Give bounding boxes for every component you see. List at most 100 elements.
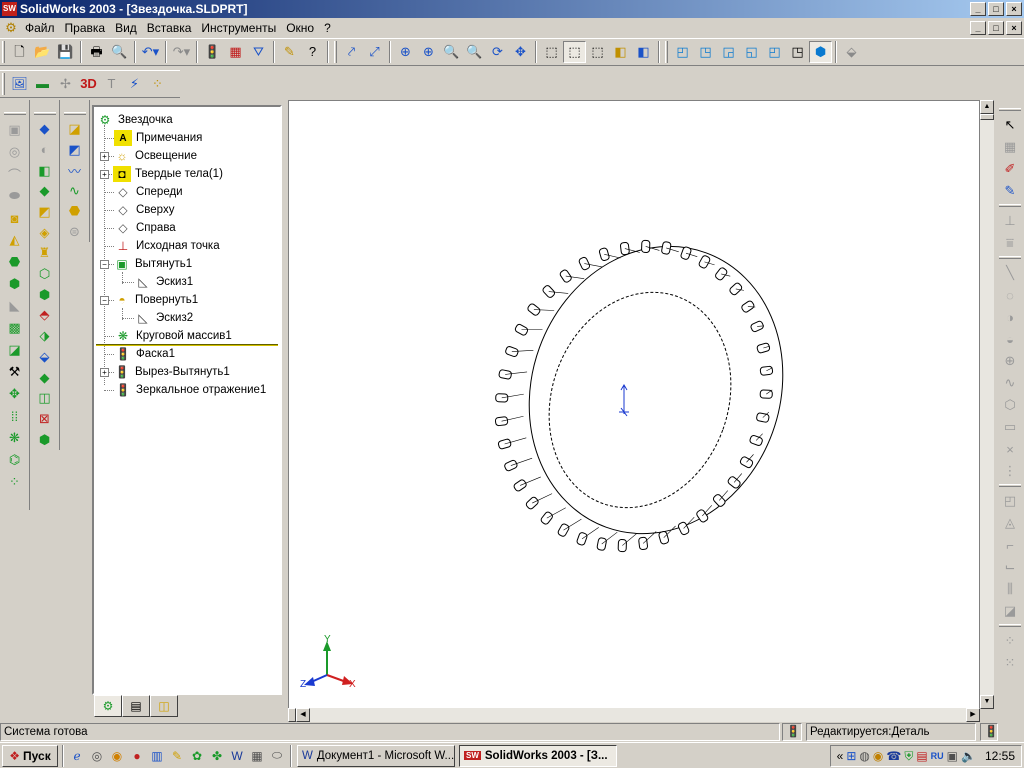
3d-sketch-icon[interactable]: 3D xyxy=(77,73,100,95)
splitter-handle[interactable] xyxy=(980,114,994,120)
tree-item-origin[interactable]: ⊥ Исходная точка xyxy=(114,237,220,255)
rib-icon[interactable]: ◣ xyxy=(3,295,27,317)
save-icon[interactable]: 💾 xyxy=(54,41,77,63)
grid-dots-icon[interactable]: ⁘ xyxy=(146,73,169,95)
sketch-circular-pattern-icon[interactable]: ⁙ xyxy=(998,652,1022,674)
zoom-selection-icon[interactable]: 🔍 xyxy=(463,41,486,63)
rotate-view-icon[interactable]: ⟳ xyxy=(486,41,509,63)
loft-icon[interactable]: ⬬ xyxy=(3,185,27,207)
tangent-arc-icon[interactable]: ⊕ xyxy=(998,350,1022,372)
collapse-icon[interactable]: − xyxy=(100,259,109,269)
vertical-scrollbar[interactable]: ▲ ▼ xyxy=(980,100,994,709)
split-icon[interactable]: ◪ xyxy=(3,339,27,361)
draft-icon[interactable]: ⬢ xyxy=(3,273,27,295)
scroll-left-icon[interactable]: ◀ xyxy=(296,708,310,722)
tab-configuration-manager-icon[interactable]: ◫ xyxy=(150,695,178,717)
deform-icon[interactable]: ⬙ xyxy=(33,347,57,368)
shell-icon[interactable]: ⬣ xyxy=(3,251,27,273)
tab-property-manager-icon[interactable]: ▤ xyxy=(122,695,150,717)
shaded-edges-icon[interactable]: ◧ xyxy=(609,41,632,63)
tray-arrow-icon[interactable]: « xyxy=(837,749,844,763)
extend-icon[interactable]: ⌙ xyxy=(998,556,1022,578)
view-top-icon[interactable]: ◰ xyxy=(763,41,786,63)
curve-pattern-icon[interactable]: ⌬ xyxy=(3,449,27,471)
revolve-boss-icon[interactable]: ◎ xyxy=(3,141,27,163)
tree-item-sketch2[interactable]: ◺ Эскиз2 xyxy=(134,309,193,327)
rebuild-sketch-icon[interactable]: ✐ xyxy=(998,158,1022,180)
tree-item-front-plane[interactable]: ◇ Спереди xyxy=(114,183,182,201)
menu-tools[interactable]: Инструменты xyxy=(196,18,281,38)
menu-window[interactable]: Окно xyxy=(281,18,319,38)
tree-item-chamfer1[interactable]: 🚦 Фаска1 xyxy=(114,345,175,363)
tree-item-mirror1[interactable]: 🚦 Зеркальное отражение1 xyxy=(114,381,267,399)
scroll-up-icon[interactable]: ▲ xyxy=(980,100,994,114)
edit-sketch-icon[interactable]: ✎ xyxy=(998,180,1022,202)
restore-button[interactable]: □ xyxy=(988,2,1004,16)
tree-item-right-plane[interactable]: ◇ Справа xyxy=(114,219,175,237)
slot-icon[interactable]: ▭ xyxy=(998,416,1022,438)
fillet-icon[interactable]: ◙ xyxy=(3,207,27,229)
wrap-icon[interactable]: ◈ xyxy=(33,222,57,243)
view-back-icon[interactable]: ◳ xyxy=(694,41,717,63)
dome-icon[interactable]: ⚒ xyxy=(3,361,27,383)
tree-item-cut-extrude1[interactable]: + 🚦 Вырез-Вытянуть1 xyxy=(100,363,230,381)
wireframe-icon[interactable]: ⬚ xyxy=(540,41,563,63)
tray-antivirus-icon[interactable]: ◉ xyxy=(873,749,883,763)
minimize-button[interactable]: _ xyxy=(970,2,986,16)
tray-monitor-icon[interactable]: ▣ xyxy=(947,749,958,763)
move-copy-icon[interactable]: ✥ xyxy=(3,383,27,405)
cut-revolve-icon[interactable]: ◐ xyxy=(33,140,57,161)
tree-item-lighting[interactable]: + ☼ Освещение xyxy=(100,147,197,165)
menu-view[interactable]: Вид xyxy=(110,18,142,38)
clock[interactable]: 12:55 xyxy=(985,749,1015,763)
normal-to-icon[interactable]: ⬙ xyxy=(840,41,863,63)
intersect-icon[interactable]: ◫ xyxy=(33,388,57,409)
measure-icon[interactable]: ✢ xyxy=(54,73,77,95)
tree-item-extrude1[interactable]: − ▣ Вытянуть1 xyxy=(100,255,192,273)
arc-icon[interactable]: ◒ xyxy=(998,328,1022,350)
opera-icon[interactable]: ● xyxy=(127,746,147,766)
doc-close-button[interactable]: × xyxy=(1006,21,1022,35)
zoom-in-out-icon[interactable]: 🔍 xyxy=(440,41,463,63)
undo-icon[interactable]: ↶▾ xyxy=(139,41,162,63)
splitter-handle-h[interactable] xyxy=(288,708,296,722)
print-preview-icon[interactable]: 🔍 xyxy=(108,41,131,63)
volume-icon[interactable]: 🔈 xyxy=(961,749,976,763)
filter-icon[interactable]: ⛛ xyxy=(247,41,270,63)
view-bottom-icon[interactable]: ◳ xyxy=(786,41,809,63)
view-left-icon[interactable]: ◲ xyxy=(717,41,740,63)
help-icon[interactable]: ? xyxy=(301,41,324,63)
shaded-icon[interactable]: ◧ xyxy=(632,41,655,63)
sprocket-model[interactable]: Y X Z xyxy=(289,101,981,710)
insert-part-icon[interactable]: ⬢ xyxy=(33,429,57,450)
add-relation-icon[interactable]: ⩸ xyxy=(998,232,1022,254)
hole-wizard-icon[interactable]: ♜ xyxy=(33,243,57,264)
convert-entities-icon[interactable]: ◪ xyxy=(998,600,1022,622)
tray-globe-icon[interactable]: ◍ xyxy=(859,749,869,763)
cut-sweep-icon[interactable]: ◧ xyxy=(33,160,57,181)
expand-icon[interactable]: + xyxy=(100,151,109,161)
horizontal-scrollbar[interactable]: ◀ ▶ xyxy=(288,708,980,722)
reference-geometry-icon[interactable]: ◪ xyxy=(63,119,87,140)
status-rebuild-icon[interactable]: 🚦 xyxy=(782,723,802,741)
tray-shield-icon[interactable]: ⛨ xyxy=(904,749,913,764)
ie-icon[interactable]: ℯ xyxy=(67,746,87,766)
delete-body-icon[interactable]: ⊠ xyxy=(33,409,57,430)
paint-icon[interactable]: ✿ xyxy=(187,746,207,766)
hidden-lines-removed-icon[interactable]: ⬚ xyxy=(586,41,609,63)
smart-dimension-icon[interactable]: ⊥ xyxy=(998,210,1022,232)
flex-icon[interactable]: ⬘ xyxy=(33,305,57,326)
new-file-icon[interactable]: 🗋 xyxy=(8,41,31,63)
open-folder-icon[interactable]: 📂 xyxy=(31,41,54,63)
menu-insert[interactable]: Вставка xyxy=(142,18,197,38)
language-indicator[interactable]: RU xyxy=(931,751,944,761)
tree-item-sketch1[interactable]: ◺ Эскиз1 xyxy=(134,273,193,291)
helix-icon[interactable]: ∿ xyxy=(63,180,87,201)
task-word-document[interactable]: W Документ1 - Microsoft W... xyxy=(297,744,455,767)
print-icon[interactable]: 🖶 xyxy=(85,41,108,63)
view-front-icon[interactable]: ◰ xyxy=(671,41,694,63)
indent-icon[interactable]: ⬗ xyxy=(33,326,57,347)
polygon-icon[interactable]: ⬡ xyxy=(998,394,1022,416)
close-button[interactable]: × xyxy=(1006,2,1022,16)
puzzle-icon[interactable]: ✤ xyxy=(207,746,227,766)
